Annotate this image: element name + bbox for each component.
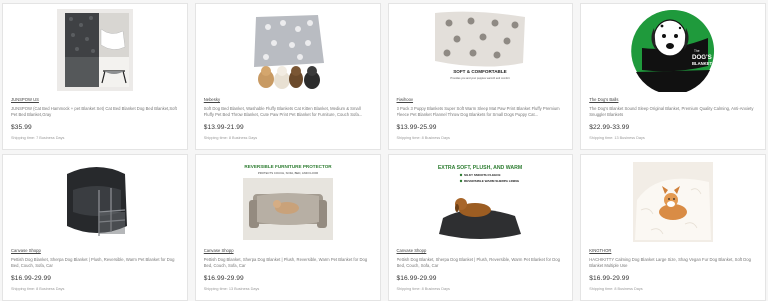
image-headline: EXTRA SOFT, PLUSH, AND WARM [438, 165, 522, 171]
shipping-time: Shipping time: 8 Business Days [396, 287, 450, 292]
seller-link[interactable]: Canvase Shopp [11, 248, 179, 253]
product-price: $16.99-29.99 [203, 275, 244, 283]
product-card[interactable]: REVERSIBLE FURNITURE PROTECTOR PROTECTS … [194, 154, 381, 301]
image-headline: REVERSIBLE FURNITURE PROTECTOR [244, 164, 332, 169]
image-caption: PROTECTS COUCH, SOFA, BED, AND FLOOR [257, 171, 317, 175]
seller-link[interactable]: Canvase Shopp [397, 248, 565, 253]
product-price: $13.99-25.99 [396, 124, 437, 132]
product-title[interactable]: JUNSPOW (Cat Bed Hammock + pet Blanket S… [11, 106, 179, 118]
seller-link[interactable]: Fiwihoov [397, 97, 565, 102]
product-grid: JUNSPOW US JUNSPOW (Cat Bed Hammock + pe… [0, 0, 768, 301]
product-image[interactable] [11, 9, 179, 91]
product-title[interactable]: Pettish Dog Blanket, Sherpa Dog Blanket … [204, 257, 372, 269]
image-caption: SOFT & COMFORTABLE [454, 69, 508, 74]
logo-text: BLANKET [692, 61, 712, 66]
product-card[interactable]: EXTRA SOFT, PLUSH, AND WARM SILKY SMOOTH… [387, 154, 574, 301]
seller-link[interactable]: Nebesky [204, 97, 372, 102]
product-image[interactable]: SOFT & COMFORTABLE Provides you and your… [397, 9, 565, 91]
product-card[interactable]: The DOG'S BLANKET The Dog's Balls The Do… [580, 3, 766, 150]
product-image[interactable] [204, 9, 372, 91]
product-price: $16.99-29.99 [589, 275, 630, 283]
shipping-time: Shipping time: 8 Business Days [589, 287, 643, 292]
logo-text: DOG'S [692, 54, 712, 61]
shipping-time: Shipping time: 8 Business Days [203, 136, 258, 141]
product-price: $35.99 [11, 124, 32, 132]
shipping-time: Shipping time: 7 Business Days [11, 136, 65, 141]
product-title[interactable]: Pettish Dog Blanket, Sherpa Dog Blanket … [11, 257, 179, 269]
product-card[interactable]: Nebesky Soft Dog Bed Blanket, Washable F… [194, 3, 381, 150]
image-caption: Provides you and your puppies warmth and… [451, 76, 511, 80]
image-caption: SILKY SMOOTH FLEECE [464, 173, 501, 177]
product-title[interactable]: Pettish Dog Blanket, Sherpa Dog Blanket … [397, 257, 565, 269]
product-image[interactable] [589, 160, 757, 242]
product-card[interactable]: KINGTHOR HACHIKITTY Calming Dog Blanket … [580, 154, 766, 301]
product-image[interactable]: REVERSIBLE FURNITURE PROTECTOR PROTECTS … [204, 160, 372, 242]
product-title[interactable]: The Dog's Blanket Sound Sleep Original B… [589, 106, 757, 118]
product-card[interactable]: Canvase Shopp Pettish Dog Blanket, Sherp… [2, 154, 188, 301]
image-caption: REVERSIBLE WARM SHERPA LINING [464, 179, 520, 183]
product-title[interactable]: 3 Pack 3 Puppy Blankets Super Soft Warm … [397, 106, 565, 118]
product-price: $16.99-29.99 [11, 275, 52, 283]
product-image[interactable]: The DOG'S BLANKET [589, 9, 757, 92]
seller-link[interactable]: JUNSPOW US [11, 97, 179, 102]
shipping-time: Shipping time: 13 Business Days [203, 287, 260, 292]
logo-text: The [694, 49, 700, 53]
product-title[interactable]: Soft Dog Bed Blanket, Washable Fluffy Bl… [204, 106, 372, 118]
product-price: $22.99-33.99 [589, 124, 630, 132]
seller-link[interactable]: Canvase Shopp [204, 248, 372, 253]
shipping-time: Shipping time: 8 Business Days [11, 287, 65, 292]
product-card[interactable]: SOFT & COMFORTABLE Provides you and your… [387, 3, 574, 150]
seller-link[interactable]: KINGTHOR [589, 248, 757, 253]
shipping-time: Shipping time: 13 Business Days [589, 136, 645, 141]
product-price: $13.99-21.99 [203, 124, 244, 132]
product-price: $16.99-29.99 [396, 275, 437, 283]
product-image[interactable]: EXTRA SOFT, PLUSH, AND WARM SILKY SMOOTH… [397, 160, 565, 242]
product-card[interactable]: JUNSPOW US JUNSPOW (Cat Bed Hammock + pe… [2, 3, 188, 150]
shipping-time: Shipping time: 8 Business Days [396, 136, 450, 141]
product-title[interactable]: HACHIKITTY Calming Dog Blanket Large Siz… [589, 257, 757, 269]
seller-link[interactable]: The Dog's Balls [589, 97, 757, 102]
product-image[interactable] [11, 160, 179, 242]
